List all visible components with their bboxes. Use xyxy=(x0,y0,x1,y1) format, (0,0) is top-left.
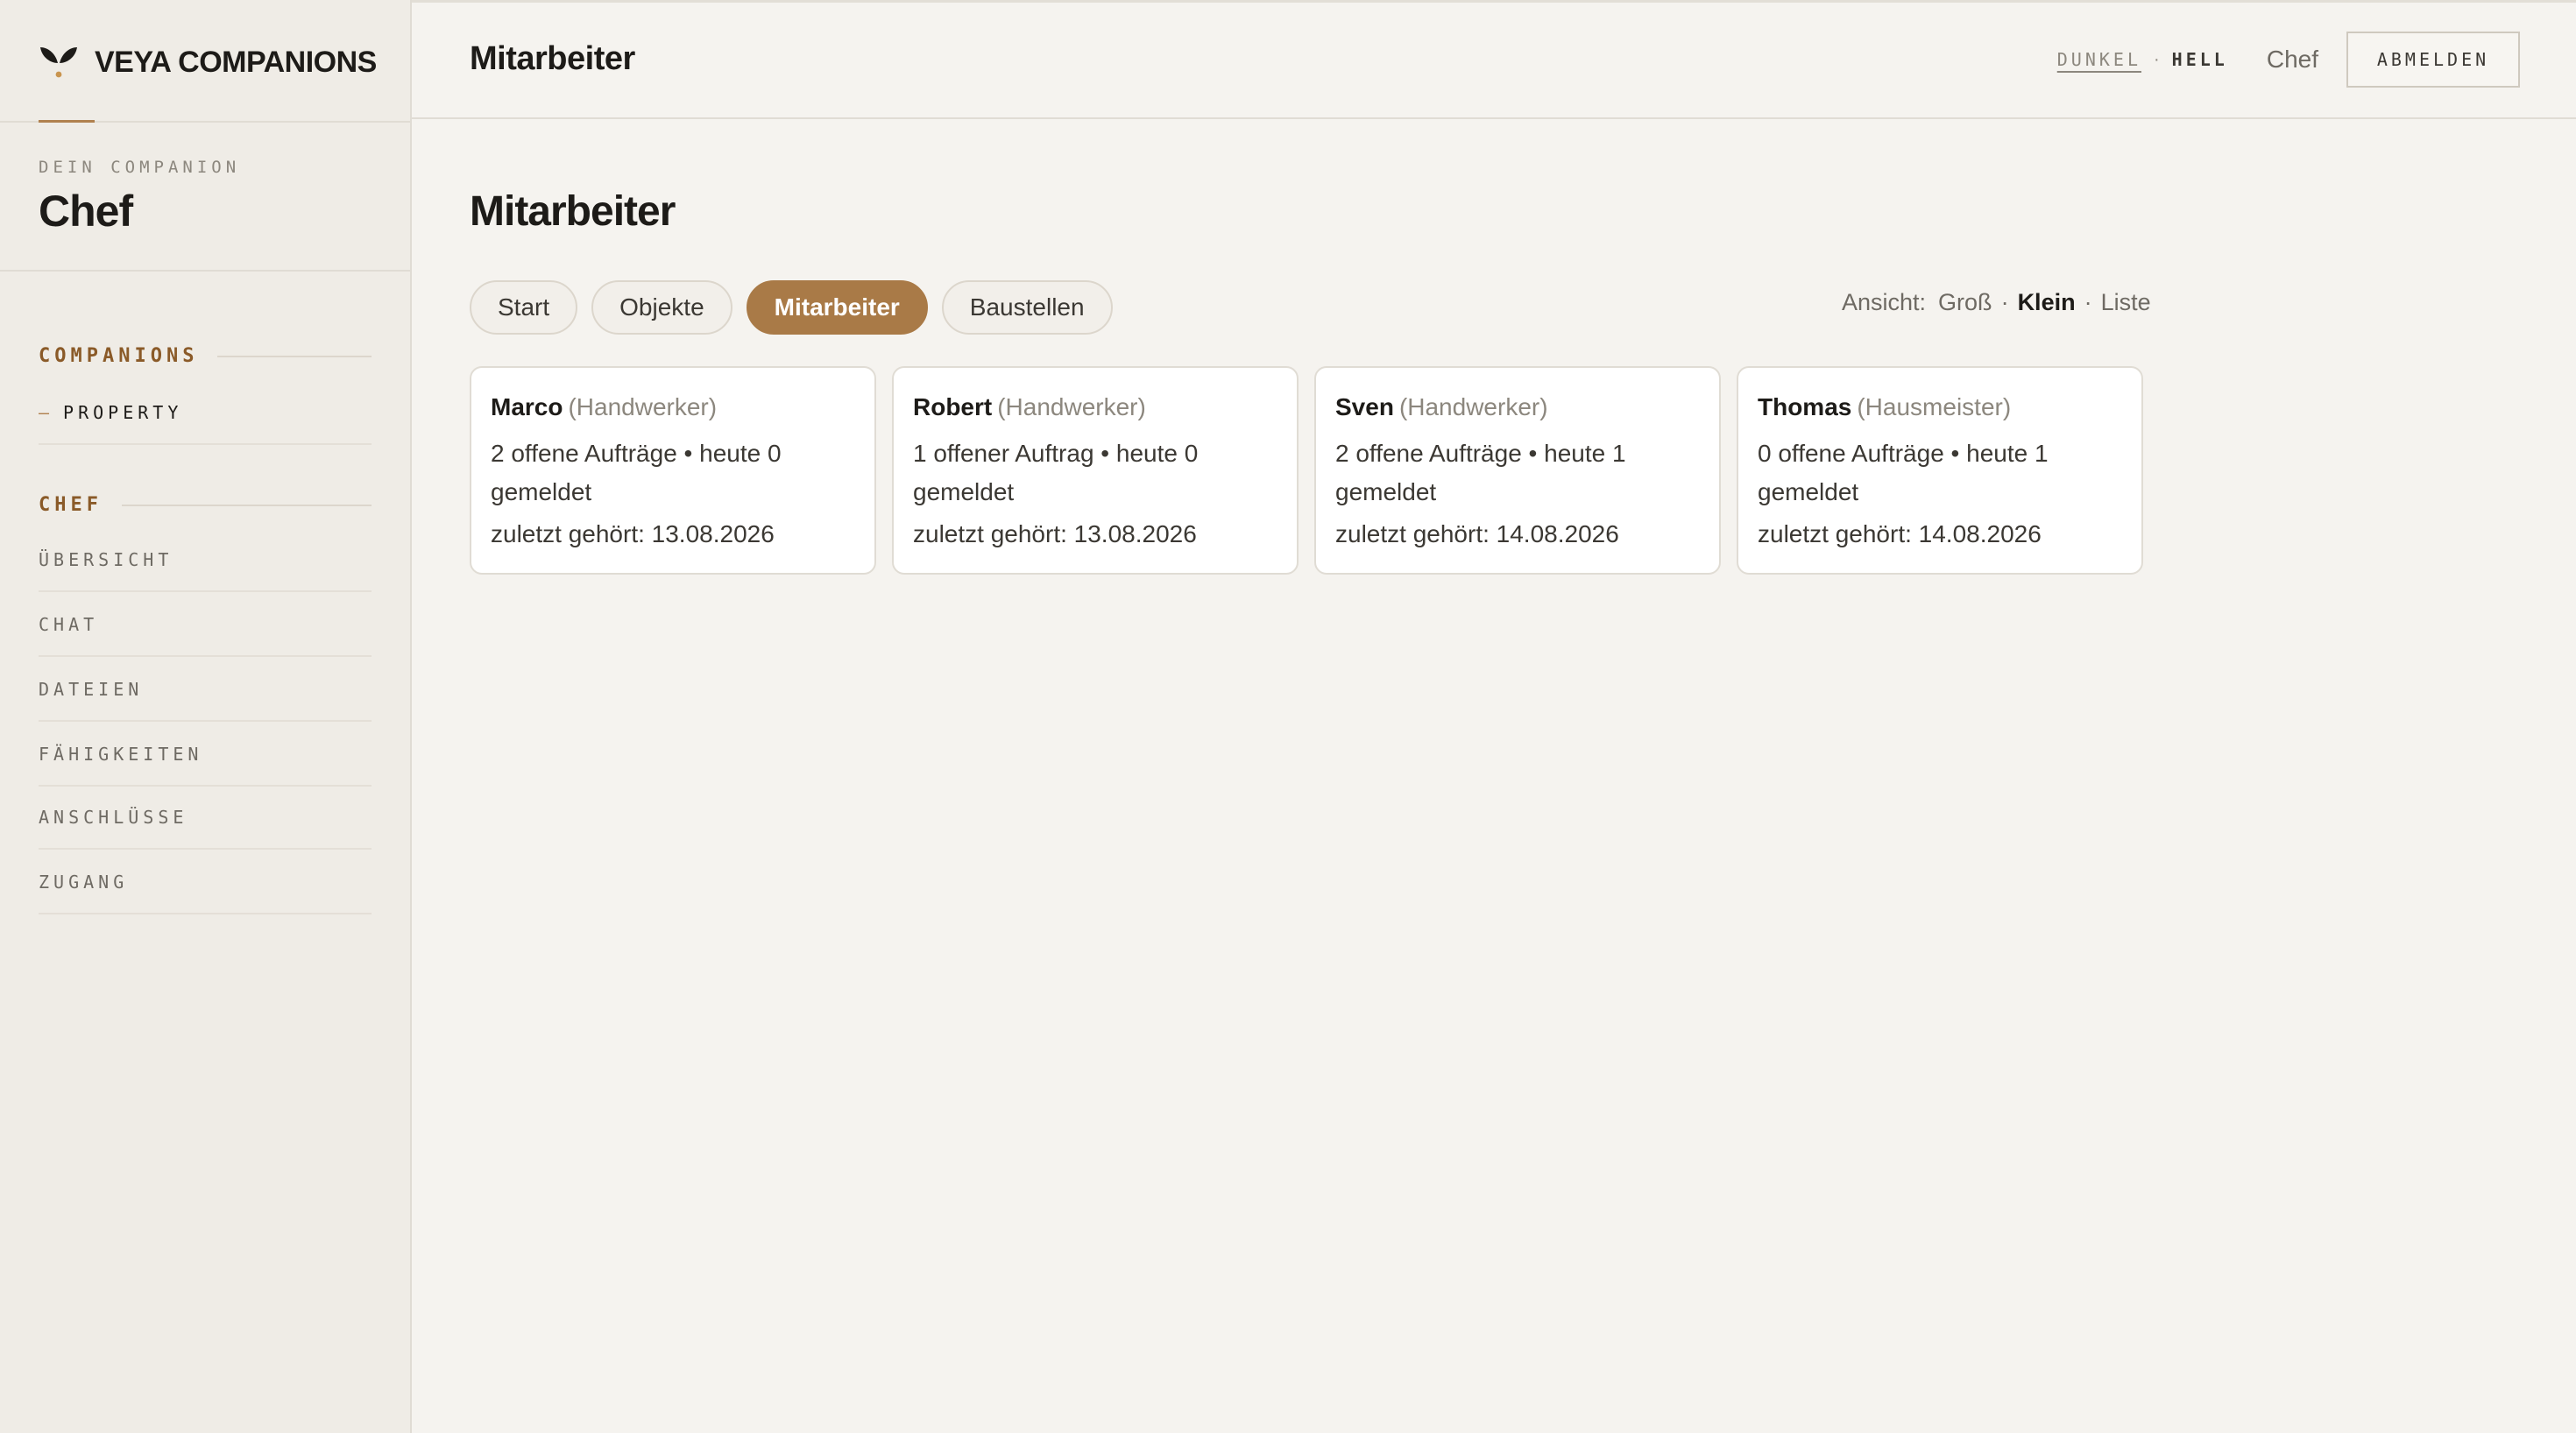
employee-name-line: Marco (Handwerker) xyxy=(491,392,855,422)
sidebar-item-anschluesse[interactable]: ANSCHLÜSSE xyxy=(39,787,372,850)
section-title: CHEF xyxy=(39,494,103,516)
view-option-liste[interactable]: Liste xyxy=(2101,289,2151,316)
employee-summary: 0 offene Aufträge • heute 1 gemeldet xyxy=(1758,439,2049,505)
companion-name: Chef xyxy=(39,187,133,236)
separator: · xyxy=(2000,289,2009,315)
separator: · xyxy=(2084,289,2092,315)
user-name: Chef xyxy=(2266,46,2318,73)
employee-cards: Marco (Handwerker) 2 offene Aufträge • he… xyxy=(470,366,2143,575)
employee-last-heard: zuletzt gehört: 14.08.2026 xyxy=(1335,519,1619,547)
view-label: Ansicht: xyxy=(1842,289,1927,315)
section-line xyxy=(217,355,372,357)
section-companions: COMPANIONS xyxy=(39,345,372,367)
employee-name-line: Robert (Handwerker) xyxy=(913,392,1277,422)
dash-marker: — xyxy=(39,402,50,423)
sidebar-item-faehigkeiten[interactable]: FÄHIGKEITEN xyxy=(39,724,372,787)
sidebar-item-chat[interactable]: CHAT xyxy=(39,594,372,657)
section-title: COMPANIONS xyxy=(39,345,199,367)
employee-card-thomas[interactable]: Thomas (Hausmeister) 0 offene Aufträge • … xyxy=(1737,366,2143,575)
sidebar-item-property[interactable]: — PROPERTY xyxy=(39,382,372,445)
employee-summary: 2 offene Aufträge • heute 1 gemeldet xyxy=(1335,439,1626,505)
employee-role: (Handwerker) xyxy=(568,393,718,420)
sidebar-item-uebersicht[interactable]: ÜBERSICHT xyxy=(39,529,372,592)
logout-button[interactable]: ABMELDEN xyxy=(2346,32,2520,88)
view-option-gross[interactable]: Groß xyxy=(1938,289,1992,316)
companion-label: DEIN COMPANION xyxy=(39,158,241,177)
employee-last-heard: zuletzt gehört: 13.08.2026 xyxy=(913,519,1197,547)
employee-last-heard: zuletzt gehört: 14.08.2026 xyxy=(1758,519,2042,547)
employee-name-line: Thomas (Hausmeister) xyxy=(1758,392,2122,422)
employee-name: Sven xyxy=(1335,393,1394,420)
separator: · xyxy=(2154,49,2160,69)
section-line xyxy=(121,504,372,506)
section-chef: CHEF xyxy=(39,494,372,516)
brand-accent-line xyxy=(39,120,95,123)
tab-objekte[interactable]: Objekte xyxy=(591,280,732,335)
sidebar-item-label: CHAT xyxy=(39,614,99,635)
header-title: Mitarbeiter xyxy=(470,40,635,77)
employee-name: Thomas xyxy=(1758,393,1852,420)
veya-leaf-icon xyxy=(40,47,77,78)
employee-card-robert[interactable]: Robert (Handwerker) 1 offener Auftrag • h… xyxy=(892,366,1299,575)
employee-name-line: Sven (Handwerker) xyxy=(1335,392,1700,422)
view-toggle: Ansicht: Groß · Klein · Liste xyxy=(1842,289,2151,316)
tab-baustellen[interactable]: Baustellen xyxy=(941,280,1113,335)
employee-summary: 2 offene Aufträge • heute 0 gemeldet xyxy=(491,439,782,505)
brand-name: VEYA COMPANIONS xyxy=(95,45,377,79)
employee-summary: 1 offener Auftrag • heute 0 gemeldet xyxy=(913,439,1199,505)
employee-name: Marco xyxy=(491,393,563,420)
tab-mitarbeiter[interactable]: Mitarbeiter xyxy=(746,280,928,335)
divider xyxy=(0,270,410,272)
brand[interactable]: VEYA COMPANIONS xyxy=(39,42,377,82)
employee-role: (Hausmeister) xyxy=(1857,393,2012,420)
employee-last-heard: zuletzt gehört: 13.08.2026 xyxy=(491,519,775,547)
sidebar-item-label: ANSCHLÜSSE xyxy=(39,807,188,828)
theme-dark-toggle[interactable]: DUNKEL xyxy=(2057,49,2141,70)
employee-card-sven[interactable]: Sven (Handwerker) 2 offene Aufträge • heu… xyxy=(1314,366,1721,575)
sidebar-item-label: DATEIEN xyxy=(39,679,144,700)
header-actions: DUNKEL · HELL Chef ABMELDEN xyxy=(2057,0,2576,119)
sidebar: VEYA COMPANIONS DEIN COMPANION Chef COMP… xyxy=(0,0,412,1433)
page-title: Mitarbeiter xyxy=(470,188,676,235)
tab-start[interactable]: Start xyxy=(470,280,578,335)
employee-role: (Handwerker) xyxy=(1398,393,1548,420)
top-bar: Mitarbeiter DUNKEL · HELL Chef ABMELDEN xyxy=(412,0,2576,119)
sidebar-item-zugang[interactable]: ZUGANG xyxy=(39,851,372,914)
employee-role: (Handwerker) xyxy=(997,393,1146,420)
employee-name: Robert xyxy=(913,393,993,420)
theme-light-toggle[interactable]: HELL xyxy=(2172,49,2228,70)
sidebar-item-label: ÜBERSICHT xyxy=(39,549,173,570)
tab-bar: Start Objekte Mitarbeiter Baustellen xyxy=(470,280,1113,335)
sidebar-item-dateien[interactable]: DATEIEN xyxy=(39,659,372,722)
sidebar-item-label: ZUGANG xyxy=(39,872,129,893)
view-option-klein[interactable]: Klein xyxy=(2018,289,2076,316)
employee-card-marco[interactable]: Marco (Handwerker) 2 offene Aufträge • he… xyxy=(470,366,876,575)
sidebar-item-label: PROPERTY xyxy=(63,402,183,423)
sidebar-item-label: FÄHIGKEITEN xyxy=(39,744,203,765)
